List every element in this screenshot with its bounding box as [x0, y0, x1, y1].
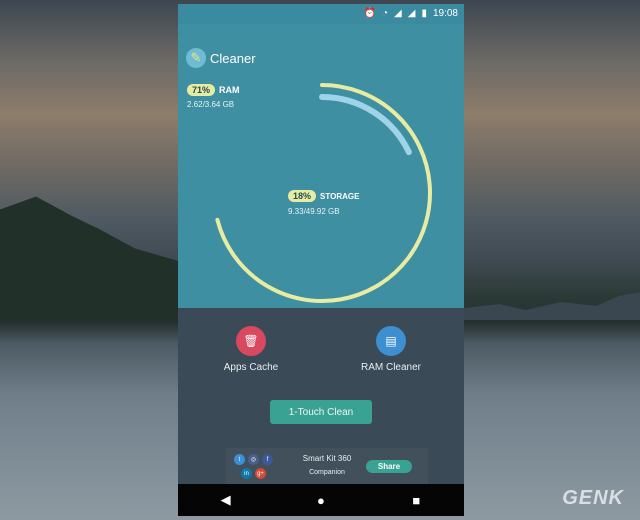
phone-screen: ⏰ ◔ ◢ ◢ ▮ 19:08 ✎ Cleaner 71% RAM 2.62/3.… [178, 4, 464, 516]
signal-icon: ◢ [394, 8, 402, 19]
ram-cleaner-label: RAM Cleaner [360, 362, 422, 373]
promo-subtitle: Companion [309, 469, 345, 476]
navigation-bar: ◀ ● ■ [178, 484, 464, 516]
cache-icon: 🗑 [236, 326, 266, 356]
twitter-icon[interactable]: t [234, 454, 245, 465]
linkedin-icon[interactable]: in [241, 468, 252, 479]
facebook-icon[interactable]: f [262, 454, 273, 465]
battery-icon: ▮ [421, 8, 427, 19]
background-mountain-right [464, 292, 640, 320]
ram-summary: 71% RAM 2.62/3.64 GB [187, 80, 240, 109]
status-bar: ⏰ ◔ ◢ ◢ ▮ 19:08 [178, 4, 464, 24]
wifi-icon: ◔ [382, 8, 389, 19]
app-title: Cleaner [210, 51, 256, 66]
back-icon[interactable]: ◀ [210, 492, 242, 508]
promo-banner: t ◎ f in g+ Smart Kit 360 Companion Shar… [226, 448, 428, 486]
ram-usage: 2.62/3.64 GB [187, 100, 235, 109]
storage-label: STORAGE [320, 192, 360, 201]
genk-watermark: GENK [562, 487, 624, 509]
signal-icon: ◢ [407, 8, 416, 19]
one-touch-clean-button[interactable]: 1-Touch Clean [270, 400, 372, 424]
cleaner-header: ✎ Cleaner 71% RAM 2.62/3.64 GB 18% STORAGE… [178, 24, 464, 308]
memory-icon: ▤ [376, 326, 406, 356]
broom-icon: ✎ [186, 48, 206, 68]
background-mountain-left [0, 196, 180, 320]
storage-percent-badge: 18% [288, 190, 317, 202]
share-button[interactable]: Share [366, 460, 412, 473]
home-icon[interactable]: ● [305, 493, 337, 508]
storage-usage: 9.33/49.92 GB [288, 207, 340, 216]
usage-rings [215, 83, 432, 303]
status-time: 19:08 [432, 8, 458, 19]
apps-cache-label: Apps Cache [223, 362, 279, 373]
ram-cleaner-button[interactable]: ▤ RAM Cleaner [354, 326, 428, 373]
instagram-icon[interactable]: ◎ [248, 454, 259, 465]
storage-ring [319, 94, 412, 156]
storage-summary: 18% STORAGE 9.33/49.92 GB [288, 186, 359, 216]
ram-percent-badge: 71% [187, 84, 216, 96]
apps-cache-button[interactable]: 🗑 Apps Cache [216, 326, 286, 373]
actions-panel: 🗑 Apps Cache ▤ RAM Cleaner 1-Touch Clean… [178, 308, 464, 488]
recents-icon[interactable]: ■ [400, 493, 432, 508]
promo-title: Smart Kit 360 [302, 454, 352, 463]
google-plus-icon[interactable]: g+ [255, 468, 266, 479]
alarm-icon: ⏰ [363, 8, 376, 19]
ram-label: RAM [219, 85, 240, 95]
